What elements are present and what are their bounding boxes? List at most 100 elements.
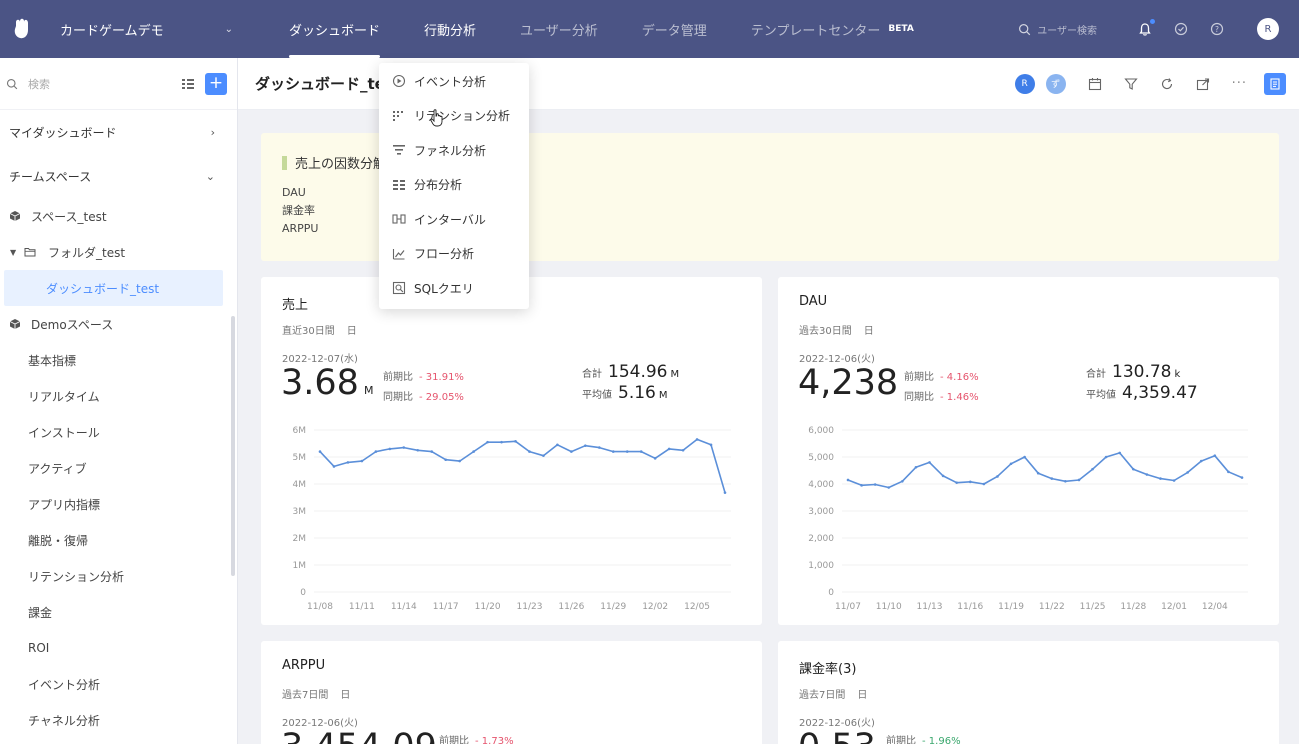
tab-template-center[interactable]: テンプレートセンター BETA xyxy=(729,0,936,58)
sidebar-my-dashboard[interactable]: マイダッシュボード › xyxy=(0,110,237,154)
flow-icon xyxy=(392,248,405,260)
sidebar-item[interactable]: リアルタイム xyxy=(0,378,237,414)
y-tick-label: 3,000 xyxy=(808,507,834,517)
menu-item-interval[interactable]: インターバル xyxy=(379,202,529,237)
space-label: スペース_test xyxy=(31,209,107,224)
user-search[interactable]: ユーザー検索 xyxy=(1018,22,1097,37)
y-tick-label: 3M xyxy=(293,507,307,517)
sidebar-item[interactable]: インストール xyxy=(0,414,237,450)
app-switcher[interactable]: カードゲームデモ ⌄ xyxy=(44,20,239,39)
add-button[interactable]: + xyxy=(205,72,227,95)
app-logo-icon[interactable] xyxy=(0,0,44,58)
tab-dashboard[interactable]: ダッシュボード xyxy=(267,0,402,58)
data-point xyxy=(1145,473,1149,476)
share-icon[interactable] xyxy=(1196,77,1210,91)
sidebar-dashboard-test[interactable]: ダッシュボード_test xyxy=(4,270,223,306)
value-number: 0.53 xyxy=(798,727,876,744)
sidebar-item[interactable]: 基本指標 xyxy=(0,342,237,378)
card-range[interactable]: 直近30日間日 xyxy=(282,322,357,337)
card-range[interactable]: 過去7日間日 xyxy=(282,686,350,701)
comparison-label: 前期比 xyxy=(383,372,413,383)
sidebar-folder-test[interactable]: ▼ フォルダ_test xyxy=(0,234,237,270)
document-icon[interactable] xyxy=(1264,72,1286,95)
filter-icon[interactable] xyxy=(1123,77,1138,91)
sidebar-item[interactable]: チャネル分析 xyxy=(0,702,237,738)
data-point xyxy=(430,450,434,453)
x-tick-label: 11/22 xyxy=(1039,602,1065,612)
sidebar-item-label: チャネル分析 xyxy=(28,713,100,728)
menu-item-retention-analysis[interactable]: リテンション分析 xyxy=(379,99,529,134)
sidebar-space-test[interactable]: スペース_test xyxy=(0,198,237,234)
sidebar-item[interactable]: アクティブ xyxy=(0,450,237,486)
x-tick-label: 11/23 xyxy=(517,602,543,612)
sales-line-chart[interactable]: 0 1M 2M 3M 4M 5M 6M 11/08 11/11 11/14 11/17 11/20 11… xyxy=(261,417,762,617)
range-label: 直近30日間 xyxy=(282,326,335,337)
data-point xyxy=(1064,480,1067,483)
value-number: 4,238 xyxy=(798,363,899,403)
sidebar-item[interactable]: リテンション分析 xyxy=(0,558,237,594)
data-point xyxy=(968,480,972,484)
y-tick-label: 0 xyxy=(300,588,306,598)
card-range[interactable]: 過去30日間日 xyxy=(799,322,874,337)
card-range[interactable]: 過去7日間日 xyxy=(799,686,867,701)
check-circle-icon[interactable] xyxy=(1173,21,1189,37)
avatar-label: R xyxy=(1021,78,1028,89)
menu-item-label: リテンション分析 xyxy=(414,109,511,124)
menu-item-funnel-analysis[interactable]: ファネル分析 xyxy=(379,133,529,168)
arppu-card[interactable]: ARPPU 過去7日間日 2022-12-06(火) 3,454.09 前期比-… xyxy=(261,641,762,744)
refresh-icon[interactable] xyxy=(1160,77,1174,91)
totals: 合計 154.96 M 平均値 5.16 M xyxy=(582,363,679,405)
member-avatar[interactable]: R xyxy=(1014,73,1035,94)
list-view-icon[interactable] xyxy=(181,77,195,91)
funnel-icon xyxy=(393,145,405,155)
menu-item-sql-query[interactable]: SQLクエリ xyxy=(379,271,529,306)
sidebar-item-label: ROI xyxy=(28,641,50,655)
menu-item-event-analysis[interactable]: イベント分析 xyxy=(379,64,529,99)
data-point xyxy=(982,482,986,486)
card-title: 売上 xyxy=(282,298,309,313)
sidebar-item[interactable]: ROI xyxy=(0,630,237,666)
data-point xyxy=(1213,454,1217,457)
user-avatar[interactable]: R xyxy=(1257,18,1279,40)
tab-data-management[interactable]: データ管理 xyxy=(620,0,729,58)
dau-line-chart[interactable]: 0 1,000 2,000 3,000 4,000 5,000 6,000 11/07 11/1… xyxy=(778,417,1279,617)
sidebar-team-space[interactable]: チームスペース ⌄ xyxy=(0,154,237,198)
help-icon[interactable]: ? xyxy=(1209,21,1225,37)
sidebar-item[interactable]: アプリ内指標 xyxy=(0,486,237,522)
data-point xyxy=(901,480,904,483)
x-tick-label: 11/14 xyxy=(391,602,417,612)
chevron-right-icon: › xyxy=(210,125,215,139)
calendar-icon[interactable] xyxy=(1088,77,1102,91)
paying-rate-card[interactable]: 課金率(3) 過去7日間日 2022-12-06(火) 0.53 前期比- 1.… xyxy=(778,641,1279,744)
data-point xyxy=(1023,455,1026,459)
sidebar-search[interactable]: 検索 + xyxy=(0,58,237,110)
data-point xyxy=(625,450,629,453)
sidebar-demo-space[interactable]: Demoスペース xyxy=(0,306,237,342)
folder-label: フォルダ_test xyxy=(48,245,126,260)
bell-icon[interactable] xyxy=(1137,19,1155,37)
menu-item-flow-analysis[interactable]: フロー分析 xyxy=(379,237,529,272)
range-unit: 日 xyxy=(857,690,868,701)
data-point xyxy=(723,491,727,494)
total-value: 154.96 xyxy=(608,362,668,382)
more-icon[interactable]: ··· xyxy=(1232,76,1247,91)
sidebar-item[interactable]: 離脱・復帰 xyxy=(0,522,237,558)
value-number: 3.68 xyxy=(281,363,359,403)
tab-user-analysis[interactable]: ユーザー分析 xyxy=(498,0,620,58)
comparison-label: 前期比 xyxy=(886,736,916,744)
range-unit: 日 xyxy=(340,690,351,701)
data-point xyxy=(528,450,531,453)
menu-item-distribution-analysis[interactable]: 分布分析 xyxy=(379,168,529,203)
sidebar-item[interactable]: 課金 xyxy=(0,594,237,630)
member-avatar[interactable]: ず xyxy=(1045,73,1066,94)
data-point xyxy=(416,448,420,452)
dau-card[interactable]: DAU 過去30日間日 2022-12-06(火) 4,238 前期比 - 4.1… xyxy=(778,277,1279,625)
tab-behavior-analysis[interactable]: 行動分析 xyxy=(402,0,498,58)
x-tick-label: 11/29 xyxy=(600,602,626,612)
sidebar-scrollbar[interactable] xyxy=(231,316,235,576)
x-tick-label: 11/16 xyxy=(957,602,983,612)
range-label: 過去30日間 xyxy=(799,326,852,337)
section-label: マイダッシュボード xyxy=(9,125,117,140)
sales-card[interactable]: 売上 直近30日間日 2022-12-07(水) 3.68 M 前期比 - 31.9… xyxy=(261,277,762,625)
sidebar-item[interactable]: イベント分析 xyxy=(0,666,237,702)
